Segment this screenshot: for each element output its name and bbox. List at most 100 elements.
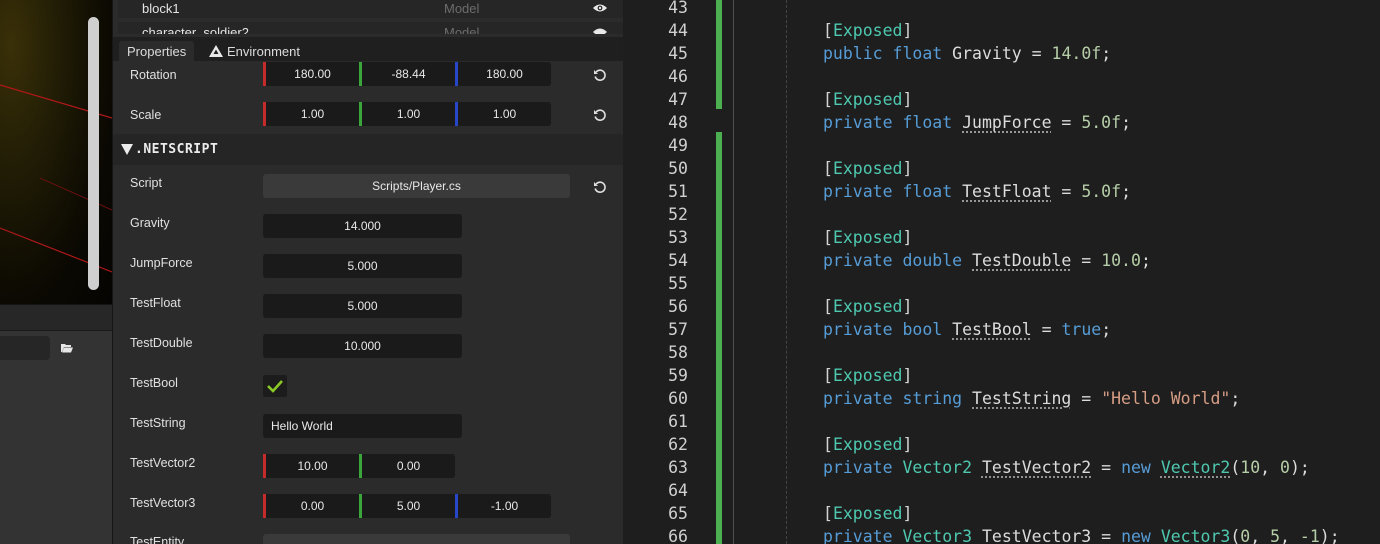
code-line: [Exposed] [823,159,913,178]
code-line: [Exposed] [823,297,913,316]
section-title: .NETSCRIPT [135,142,219,157]
testvector3-label: TestVector3 [130,496,196,510]
line-number: 65 [668,504,688,523]
reset-script-icon[interactable] [593,180,607,194]
line-number: 46 [668,67,688,86]
line-number: 56 [668,297,688,316]
entity-type: Model [444,25,480,34]
testbool-label: TestBool [130,376,178,390]
line-number: 52 [668,205,688,224]
teststring-field[interactable]: Hello World [263,414,462,438]
code-line: private Vector2 TestVector2 = new Vector… [823,458,1310,477]
line-number: 55 [668,274,688,293]
tab-environment[interactable]: Environment [199,41,308,61]
entity-name: block1 [142,1,180,16]
line-number: 58 [668,343,688,362]
line-number: 63 [668,458,688,477]
inspector-panel: block1 Model character_soldier2 Model Pr… [112,0,623,544]
line-number: 61 [668,412,688,431]
testvector2-y-field[interactable]: 0.00 [359,454,455,478]
code-line: public float Gravity = 14.0f; [823,44,1112,63]
line-number: 66 [668,527,688,544]
mountain-icon [209,45,223,57]
testbool-checkbox[interactable] [263,375,287,397]
tab-environment-label: Environment [227,44,300,59]
line-number: 59 [668,366,688,385]
code-line: private double TestDouble = 10.0; [823,251,1151,270]
testvector2-label: TestVector2 [130,456,196,470]
line-number: 53 [668,228,688,247]
netscript-section-header[interactable]: .NETSCRIPT [113,134,623,165]
reset-scale-icon[interactable] [593,108,607,122]
line-number: 48 [668,113,688,132]
panel-divider [0,304,112,330]
scale-y-field[interactable]: 1.00 [359,102,455,126]
outliner-row[interactable]: block1 Model [118,0,623,18]
testfloat-label: TestFloat [130,296,181,310]
gravity-label: Gravity [130,216,170,230]
entity-name: character_soldier2 [142,25,249,34]
eye-icon[interactable] [593,3,607,13]
testvector3-z-field[interactable]: -1.00 [455,494,551,518]
code-line: [Exposed] [823,504,913,523]
inspector-tabs: Properties Environment [113,37,623,61]
line-number: 45 [668,44,688,63]
scene-viewport[interactable] [0,0,112,304]
scale-x-field[interactable]: 1.00 [263,102,359,126]
collapse-arrow-icon[interactable] [121,144,133,155]
line-number: 50 [668,159,688,178]
code-line: [Exposed] [823,366,913,385]
testdouble-field[interactable]: 10.000 [263,334,462,358]
checkmark-icon [267,380,283,393]
jumpforce-label: JumpForce [130,256,193,270]
scale-z-field[interactable]: 1.00 [455,102,551,126]
code-editor[interactable]: 43 44 45 46 47 48 49 50 51 52 53 54 55 5… [623,0,1380,544]
testvector3-x-field[interactable]: 0.00 [263,494,359,518]
testvector3-y-field[interactable]: 5.00 [359,494,455,518]
testdouble-label: TestDouble [130,336,193,350]
rotation-x-field[interactable]: 180.00 [263,62,359,86]
line-number: 49 [668,136,688,155]
code-line: [Exposed] [823,21,913,40]
line-number: 62 [668,435,688,454]
rotation-z-field[interactable]: 180.00 [455,62,551,86]
script-path-field[interactable]: Scripts/Player.cs [263,174,570,198]
line-number: 44 [668,21,688,40]
line-number: 64 [668,481,688,500]
outliner-row[interactable]: character_soldier2 Model [118,22,623,34]
testfloat-field[interactable]: 5.000 [263,294,462,318]
entity-type: Model [444,1,480,16]
indent-guide [786,0,787,544]
testentity-field[interactable] [263,534,570,544]
code-line: [Exposed] [823,90,913,109]
path-input[interactable] [0,336,50,360]
viewport-scrollbar[interactable] [88,17,99,290]
file-browser [0,330,112,544]
rotation-label: Rotation [130,68,177,82]
scale-label: Scale [130,108,162,122]
git-added-marker [716,0,722,109]
tab-properties[interactable]: Properties [119,41,195,61]
testvector2-x-field[interactable]: 10.00 [263,454,359,478]
line-number: 51 [668,182,688,201]
gravity-field[interactable]: 14.000 [263,214,462,238]
folder-open-icon[interactable] [61,343,73,353]
line-number: 57 [668,320,688,339]
code-line: private string TestString = "Hello World… [823,389,1241,408]
jumpforce-field[interactable]: 5.000 [263,254,462,278]
line-number: 47 [668,90,688,109]
rotation-y-field[interactable]: -88.44 [359,62,455,86]
indent-guide [733,0,734,544]
code-line: [Exposed] [823,228,913,247]
code-line: private bool TestBool = true; [823,320,1112,339]
code-line: [Exposed] [823,435,913,454]
line-number: 43 [668,0,688,17]
git-added-marker [716,132,722,544]
code-line: private Vector3 TestVector3 = new Vector… [823,527,1340,544]
code-line: private float TestFloat = 5.0f; [823,182,1131,201]
testentity-label: TestEntity [130,535,185,544]
line-number: 60 [668,389,688,408]
reset-rotation-icon[interactable] [593,68,607,82]
eye-icon[interactable] [593,27,607,34]
teststring-label: TestString [130,416,186,430]
